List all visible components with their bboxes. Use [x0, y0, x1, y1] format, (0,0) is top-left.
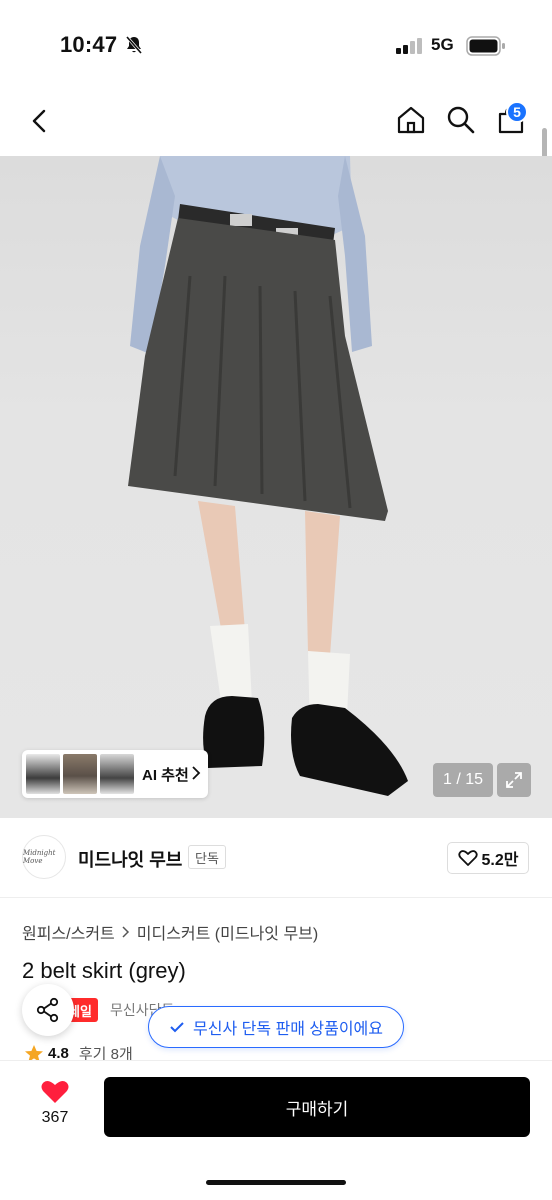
signal-icon: [396, 38, 422, 54]
breadcrumb-item[interactable]: 미디스커트 (미드나잇 무브): [137, 920, 318, 944]
ai-recommend-button[interactable]: AI 추천: [22, 750, 208, 798]
top-nav: 5: [0, 92, 552, 156]
status-time: 10:47: [60, 32, 118, 57]
network-label: 5G: [431, 35, 454, 54]
skirt-photo: [128, 156, 408, 796]
brand-exclusive-tag: 단독: [188, 845, 226, 869]
product-image[interactable]: [0, 156, 552, 818]
breadcrumb-item[interactable]: 원피스/스커트: [22, 920, 115, 944]
share-icon: [36, 997, 59, 1023]
bottom-action-bar: 367 구매하기: [0, 1060, 552, 1200]
brand-logo-text: Midnight Move: [23, 849, 56, 865]
recommend-thumb: [100, 754, 134, 794]
recommend-thumb: [63, 754, 97, 794]
wishlist-button[interactable]: 367: [24, 1079, 86, 1145]
search-icon[interactable]: [445, 104, 477, 136]
expand-icon: [506, 772, 522, 788]
breadcrumb: 원피스/스커트 미디스커트 (미드나잇 무브): [22, 920, 318, 944]
status-bar: 10:47 5G: [0, 0, 552, 92]
recommend-thumb: [26, 754, 60, 794]
check-icon: [170, 1022, 184, 1033]
brand-name[interactable]: 미드나잇 무브: [78, 846, 182, 872]
brand-like-count: 5.2만: [481, 852, 519, 869]
wishlist-count: 367: [41, 1109, 69, 1126]
divider: [0, 897, 552, 898]
exclusive-sale-toast: 무신사 단독 판매 상품이에요: [148, 1006, 404, 1048]
expand-button[interactable]: [497, 763, 531, 797]
battery-icon: [466, 36, 505, 56]
home-indicator: [206, 1180, 346, 1185]
back-arrow-icon[interactable]: [24, 106, 54, 136]
product-title: 2 belt skirt (grey): [22, 958, 186, 983]
brand-logo[interactable]: Midnight Move: [22, 835, 66, 879]
image-counter: 1 / 15: [433, 763, 493, 797]
home-icon[interactable]: [395, 104, 427, 136]
chevron-right-icon: [122, 926, 129, 938]
heart-outline-icon: [457, 850, 478, 866]
brand-like-button[interactable]: 5.2만: [447, 842, 529, 874]
buy-button[interactable]: 구매하기: [104, 1077, 530, 1137]
bell-slash-icon: [125, 36, 143, 54]
heart-filled-icon: [41, 1080, 69, 1103]
cart-count-badge: 5: [506, 101, 528, 123]
exclusive-sale-text: 무신사 단독 판매 상품이에요: [193, 1021, 383, 1038]
ai-recommend-label: AI 추천: [142, 767, 189, 784]
chevron-right-icon: [192, 766, 201, 780]
share-button[interactable]: [22, 984, 74, 1036]
